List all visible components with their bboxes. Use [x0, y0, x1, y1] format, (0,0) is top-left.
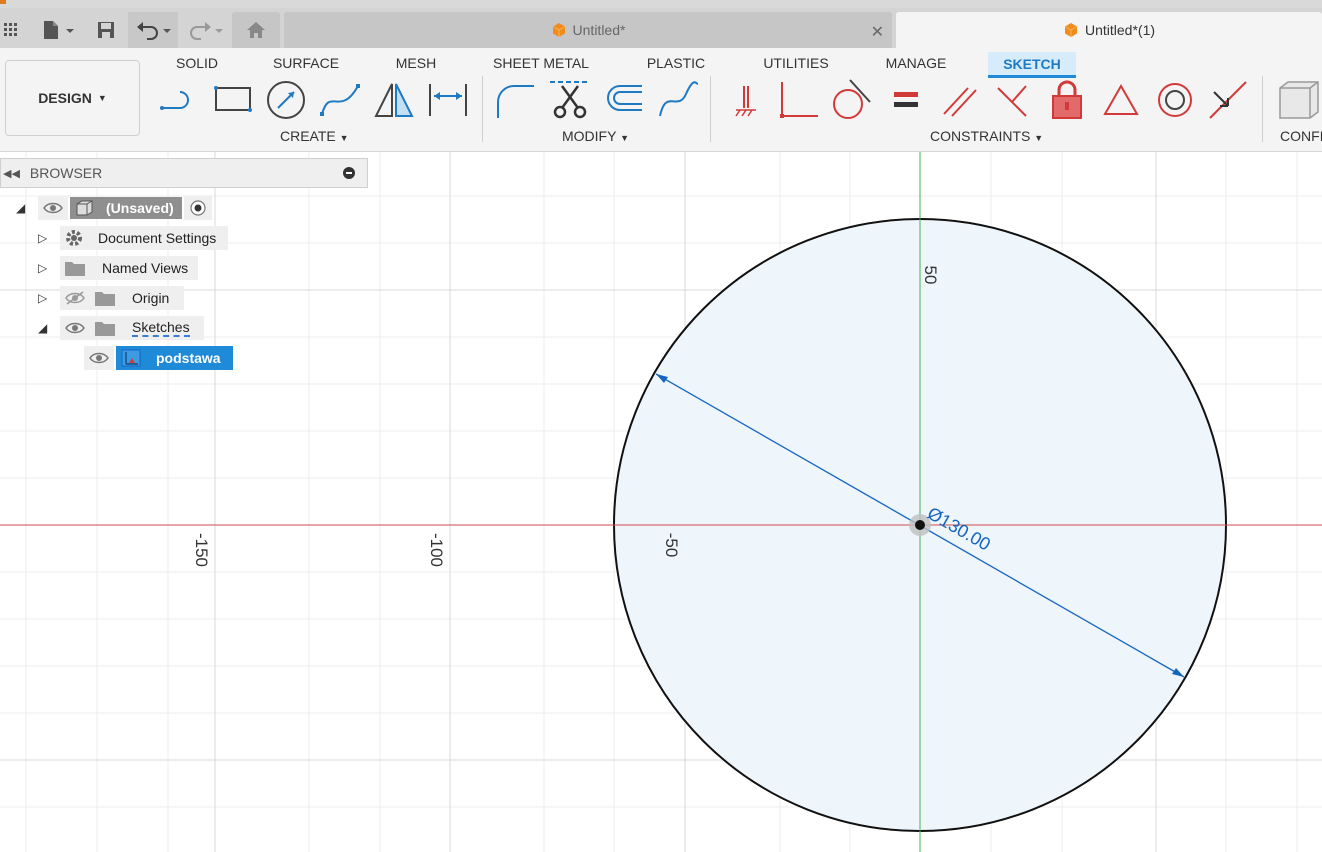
- eye-icon[interactable]: [42, 200, 64, 216]
- tab-bar: Untitled* ✕ Untitled*(1): [0, 8, 1322, 48]
- tree-item-label: Origin: [132, 290, 170, 306]
- folder-icon: [95, 292, 115, 306]
- gear-icon: [66, 230, 82, 246]
- lock-icon[interactable]: [1045, 78, 1089, 122]
- save-icon[interactable]: [92, 12, 120, 48]
- title-strip: [0, 0, 1322, 8]
- tab-mesh[interactable]: MESH: [386, 52, 446, 74]
- root-component-label: (Unsaved): [106, 200, 174, 216]
- tree-item-named-views[interactable]: Named Views: [60, 256, 198, 280]
- tab-sheet-metal[interactable]: SHEET METAL: [484, 52, 598, 74]
- folder-icon: [65, 262, 85, 276]
- design-label: DESIGN: [38, 90, 92, 106]
- workspace-switcher-button[interactable]: DESIGN ▼: [5, 60, 140, 136]
- fillet-tool-icon[interactable]: [494, 78, 538, 122]
- undo-icon[interactable]: [128, 12, 178, 48]
- fix-constraint-icon[interactable]: [724, 78, 768, 122]
- expand-arrow-icon[interactable]: ▷: [38, 291, 47, 305]
- folder-icon: [95, 322, 115, 336]
- browser-header[interactable]: ◀◀ BROWSER: [0, 158, 368, 188]
- offset-tool-icon[interactable]: [602, 78, 646, 122]
- app-grid-icon[interactable]: [0, 12, 22, 48]
- eye-icon[interactable]: [88, 350, 110, 366]
- axis-label-x-150: -150: [192, 533, 211, 567]
- concentric-icon[interactable]: [1153, 78, 1197, 122]
- ribbon-toolbar: DESIGN ▼ SOLID SURFACE MESH SHEET METAL …: [0, 48, 1322, 152]
- tab-sketch[interactable]: SKETCH: [988, 52, 1076, 78]
- tab-untitled[interactable]: Untitled* ✕: [284, 12, 892, 48]
- create-group-label[interactable]: CREATE ▼: [280, 128, 349, 144]
- sketch-icon: [121, 349, 141, 367]
- line-tool-icon[interactable]: [158, 78, 202, 122]
- midpoint-icon[interactable]: [1206, 78, 1250, 122]
- rectangle-tool-icon[interactable]: [211, 78, 255, 122]
- tree-root-row[interactable]: (Unsaved): [38, 196, 212, 220]
- constraints-group-label[interactable]: CONSTRAINTS ▼: [930, 128, 1043, 144]
- sketch-viewport[interactable]: 50 -50 -100 -150 Ø130.00: [0, 152, 1322, 852]
- component-icon: [76, 200, 93, 216]
- tree-item-label: Document Settings: [98, 230, 217, 246]
- mirror-tool-icon[interactable]: [372, 78, 416, 122]
- perpendicular-lines-icon[interactable]: [990, 78, 1034, 122]
- triangle-constraint-icon[interactable]: [1099, 78, 1143, 122]
- cube-icon: [552, 23, 565, 37]
- configure-icon[interactable]: [1276, 78, 1322, 122]
- modify-group-label[interactable]: MODIFY ▼: [562, 128, 629, 144]
- home-icon[interactable]: [232, 12, 280, 48]
- axis-label-y50: 50: [921, 266, 940, 285]
- redo-icon[interactable]: [182, 12, 228, 48]
- equal-icon[interactable]: [884, 78, 928, 122]
- cube-icon: [1064, 23, 1078, 37]
- divider: [710, 76, 711, 142]
- axis-label-x-50: -50: [662, 533, 681, 558]
- tree-item-document-settings[interactable]: Document Settings: [60, 226, 228, 250]
- tree-item-sketch-podstawa[interactable]: podstawa: [84, 346, 233, 370]
- sketch-canvas[interactable]: 50 -50 -100 -150 Ø130.00: [0, 152, 1322, 852]
- parallel-icon[interactable]: [938, 78, 982, 122]
- tab-untitled-1[interactable]: Untitled*(1): [896, 12, 1322, 48]
- tab-surface[interactable]: SURFACE: [264, 52, 348, 74]
- close-tab-icon[interactable]: ✕: [871, 22, 884, 42]
- collapse-arrow-icon[interactable]: ◢: [38, 321, 47, 335]
- minimize-panel-icon[interactable]: [343, 167, 355, 179]
- file-menu-icon[interactable]: [36, 12, 80, 48]
- eye-hidden-icon[interactable]: [64, 290, 86, 306]
- divider: [482, 76, 483, 142]
- tree-item-label: Named Views: [102, 260, 189, 276]
- activate-radio-icon[interactable]: [190, 200, 206, 216]
- tab-utilities[interactable]: UTILITIES: [754, 52, 838, 74]
- tree-item-sketches[interactable]: Sketches: [60, 316, 204, 340]
- configure-group-label[interactable]: CONFI: [1280, 128, 1322, 144]
- tab-label: Untitled*: [572, 22, 626, 38]
- collapse-arrow-icon[interactable]: ◢: [16, 201, 25, 215]
- circle-tool-icon[interactable]: [264, 78, 308, 122]
- browser-title: BROWSER: [29, 165, 103, 181]
- tab-solid[interactable]: SOLID: [166, 52, 228, 74]
- tangent-icon[interactable]: [828, 78, 872, 122]
- eye-icon[interactable]: [64, 320, 86, 336]
- tab-manage[interactable]: MANAGE: [876, 52, 956, 74]
- sketch-label: podstawa: [156, 350, 221, 366]
- expand-arrow-icon[interactable]: ▷: [38, 261, 47, 275]
- caret-down-icon: ▼: [97, 93, 107, 103]
- trim-tool-icon[interactable]: [548, 78, 592, 122]
- expand-arrow-icon[interactable]: ▷: [38, 231, 47, 245]
- fusion-window: Untitled* ✕ Untitled*(1) DESIGN ▼ SOLID …: [0, 0, 1322, 852]
- center-point[interactable]: [915, 520, 925, 530]
- extend-tool-icon[interactable]: [656, 78, 700, 122]
- spline-tool-icon[interactable]: [318, 78, 362, 122]
- tab-label: Untitled*(1): [1084, 22, 1156, 38]
- dimension-tool-icon[interactable]: [426, 78, 470, 122]
- tab-plastic[interactable]: PLASTIC: [638, 52, 714, 74]
- perpendicular-icon[interactable]: [776, 78, 820, 122]
- tree-item-origin[interactable]: Origin: [60, 286, 184, 310]
- tree-item-label: Sketches: [132, 319, 190, 337]
- collapse-panel-icon[interactable]: ◀◀: [3, 167, 20, 180]
- divider: [1262, 76, 1263, 142]
- axis-label-x-100: -100: [427, 533, 446, 567]
